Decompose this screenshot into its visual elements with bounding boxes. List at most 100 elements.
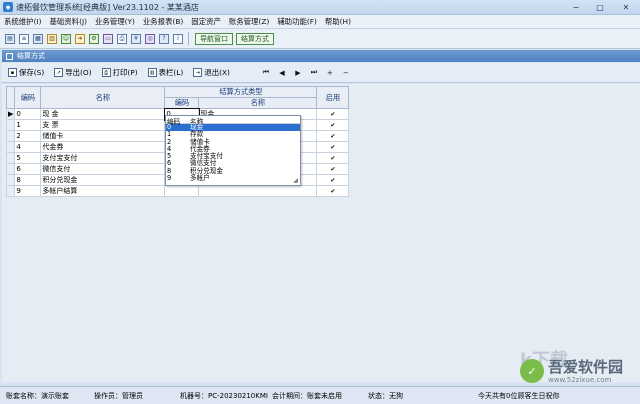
menu-help[interactable]: 帮助(H) <box>321 16 355 27</box>
row-name[interactable]: 储值卡 <box>40 130 166 142</box>
enabled-checkbox[interactable]: ✔ <box>316 163 350 175</box>
row-code[interactable]: 0 <box>14 108 42 120</box>
row-name[interactable]: 代金券 <box>40 141 166 153</box>
add-record-button[interactable]: + <box>322 69 338 77</box>
last-record-button[interactable]: ⏭ <box>306 68 322 77</box>
arrow-icon[interactable]: ➔ <box>75 33 85 44</box>
enabled-checkbox[interactable]: ✔ <box>316 152 350 164</box>
grid-icon[interactable]: ▦ <box>33 33 43 44</box>
check-icon: ✔ <box>330 133 336 140</box>
name-column-header[interactable]: 名称 <box>40 86 166 109</box>
help-icon[interactable]: ? <box>159 33 169 44</box>
row-code[interactable]: 6 <box>14 163 42 175</box>
people-icon[interactable]: ☺ <box>61 33 71 44</box>
resize-grip-icon[interactable]: ◢ <box>292 177 299 184</box>
check-icon: ✔ <box>330 155 336 162</box>
row-name[interactable]: 积分兑现金 <box>40 174 166 186</box>
dropdown-option[interactable]: 9 多帐户 <box>166 174 300 183</box>
menu-tools[interactable]: 辅助功能(F) <box>273 16 321 27</box>
gear-icon[interactable]: ⚙ <box>89 33 99 44</box>
print-button[interactable]: ⎙ 打印(P) <box>101 67 138 79</box>
dropdown-option[interactable]: 8 积分兑现金 <box>166 167 300 175</box>
window-title: 速拓餐饮管理系统[经典版] Ver23.1102 - 某某酒店 <box>16 2 199 12</box>
exit-button[interactable]: ⇥ 退出(X) <box>193 67 230 79</box>
enabled-checkbox[interactable]: ✔ <box>316 185 350 197</box>
row-name[interactable]: 微信支付 <box>40 163 166 175</box>
row-name[interactable]: 现 金 <box>40 108 166 120</box>
site-watermark: ✓ 吾爱软件园 www.52zixue.com <box>520 353 630 389</box>
printer-icon: ⎙ <box>101 68 111 77</box>
dropdown-code-header: 编码 <box>167 118 181 126</box>
export-icon: ↗ <box>54 68 64 77</box>
settle-method-button[interactable]: 结算方式 <box>236 32 274 45</box>
row-name[interactable]: 支 票 <box>40 119 166 131</box>
type-name-cell[interactable] <box>198 185 318 197</box>
close-button[interactable]: ✕ <box>612 0 640 14</box>
status-account: 账套名称：演示账套 <box>6 391 69 400</box>
panel-title-bar: 结算方式 <box>2 50 640 62</box>
nav-window-button[interactable]: 导航窗口 <box>195 32 233 45</box>
enabled-checkbox[interactable]: ✔ <box>316 174 350 186</box>
status-notice: 今天共有0位顾客生日祝你 <box>478 391 560 400</box>
prev-record-button[interactable]: ◀ <box>274 69 290 77</box>
next-record-button[interactable]: ▶ <box>290 69 306 77</box>
type-code-column-header[interactable]: 编码 <box>164 97 200 109</box>
option-code: 9 <box>167 174 172 183</box>
dropdown-option[interactable]: 6 微信支付 <box>166 160 300 168</box>
money-icon[interactable]: ¥ <box>131 33 141 44</box>
dropdown-option[interactable]: 2 储值卡 <box>166 138 300 146</box>
dropdown-option[interactable]: 1 存款 <box>166 130 300 138</box>
exit-icon: ⇥ <box>193 68 203 77</box>
app-icon: ◆ <box>3 2 13 12</box>
menu-business[interactable]: 业务管理(Y) <box>91 16 139 27</box>
dropdown-header: 编码 名称 <box>166 116 300 126</box>
enabled-column-header[interactable]: 启用 <box>316 86 350 109</box>
menu-reports[interactable]: 业务报表(B) <box>139 16 187 27</box>
dropdown-option[interactable]: 4 代金券 <box>166 145 300 153</box>
globe-icon[interactable]: ◎ <box>145 33 155 44</box>
maximize-button[interactable]: □ <box>588 0 612 14</box>
dropdown-option[interactable]: 0 现金 <box>166 123 300 132</box>
menu-accounts[interactable]: 账务管理(Z) <box>225 16 273 27</box>
check-icon: ✔ <box>330 166 336 173</box>
info-icon[interactable]: i <box>173 33 183 44</box>
menu-fixed-assets[interactable]: 固定资产 <box>187 16 225 27</box>
first-record-button[interactable]: ⏮ <box>258 68 274 77</box>
enabled-checkbox[interactable]: ✔ <box>316 141 350 153</box>
export-button[interactable]: ↗ 导出(O) <box>54 67 92 79</box>
save-button[interactable]: ▪ 保存(S) <box>8 67 44 79</box>
columns-button[interactable]: ▥ 表栏(L) <box>147 67 183 79</box>
enabled-checkbox[interactable]: ✔ <box>316 130 350 142</box>
type-name-column-header[interactable]: 名称 <box>198 97 318 109</box>
table-icon[interactable]: ▥ <box>47 33 57 44</box>
code-column-header[interactable]: 编码 <box>14 86 42 109</box>
title-bar: ◆ 速拓餐饮管理系统[经典版] Ver23.1102 - 某某酒店 − □ ✕ <box>0 0 640 15</box>
type-code-cell[interactable] <box>164 185 200 197</box>
row-name[interactable]: 支付宝支付 <box>40 152 166 164</box>
delete-record-button[interactable]: − <box>338 69 354 77</box>
row-code[interactable]: 5 <box>14 152 42 164</box>
dropdown-option[interactable]: 5 支付宝支付 <box>166 152 300 160</box>
row-code[interactable]: 9 <box>14 185 42 197</box>
minimize-button[interactable]: − <box>564 0 588 14</box>
menu-system[interactable]: 系统维护(I) <box>0 16 46 27</box>
enabled-checkbox[interactable]: ✔ <box>316 108 350 120</box>
type-group-header: 结算方式类型 <box>164 86 318 98</box>
row-code[interactable]: 8 <box>14 174 42 186</box>
row-code[interactable]: 2 <box>14 130 42 142</box>
print-icon[interactable]: ⎙ <box>117 33 127 44</box>
card-icon[interactable]: ▭ <box>103 33 113 44</box>
save-icon[interactable]: ▤ <box>5 33 15 44</box>
row-code[interactable]: 4 <box>14 141 42 153</box>
row-indicator-header <box>5 86 16 109</box>
check-icon: ✔ <box>330 122 336 129</box>
settlement-type-dropdown[interactable]: 编码 名称 0 现金 1 存款 2 储值卡 4 代金券 5 支付宝支付 6 微信… <box>165 115 301 186</box>
list-icon[interactable]: ≡ <box>19 33 29 44</box>
table-row[interactable]: 9 多帐户结算 ✔ <box>5 185 350 197</box>
status-machine: 机器号：PC-20230210KMI <box>180 391 268 400</box>
status-bar: 账套名称：演示账套 操作员：管理员 机器号：PC-20230210KMI 会计期… <box>0 386 640 404</box>
enabled-checkbox[interactable]: ✔ <box>316 119 350 131</box>
row-name[interactable]: 多帐户结算 <box>40 185 166 197</box>
menu-basic-data[interactable]: 基础资料(J) <box>46 16 92 27</box>
row-code[interactable]: 1 <box>14 119 42 131</box>
